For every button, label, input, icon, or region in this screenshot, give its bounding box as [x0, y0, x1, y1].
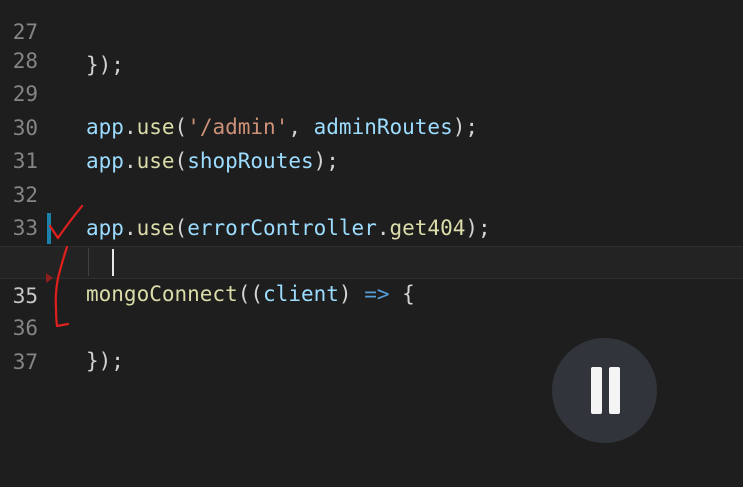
code-line[interactable]: 28: [0, 12, 743, 73]
line-code: });: [86, 349, 124, 373]
pause-icon: [591, 367, 602, 414]
text-cursor: [112, 249, 114, 276]
gutter-arrow-icon: [46, 273, 53, 283]
gutter-modified-indicator[interactable]: [47, 213, 51, 244]
code-line[interactable]: 30 app.use(shopRoutes);: [0, 79, 743, 173]
line-number: 37: [12, 350, 38, 374]
pause-button[interactable]: [552, 338, 657, 443]
code-line[interactable]: 29 app.use('/admin', adminRoutes);: [0, 45, 743, 139]
code-line[interactable]: 33: [0, 179, 743, 240]
code-line[interactable]: 36 });: [0, 279, 743, 373]
code-line[interactable]: 34 mongoConnect((client) => {: [0, 212, 743, 306]
code-editor[interactable]: 27 }); 28 29 app.use('/admin', adminRout…: [0, 0, 743, 487]
indent-guide: [88, 248, 89, 276]
code-line[interactable]: 31: [0, 112, 743, 173]
code-line[interactable]: 37: [0, 313, 743, 374]
pause-icon: [609, 367, 620, 414]
code-line[interactable]: 32 app.use(errorController.get404);: [0, 146, 743, 240]
